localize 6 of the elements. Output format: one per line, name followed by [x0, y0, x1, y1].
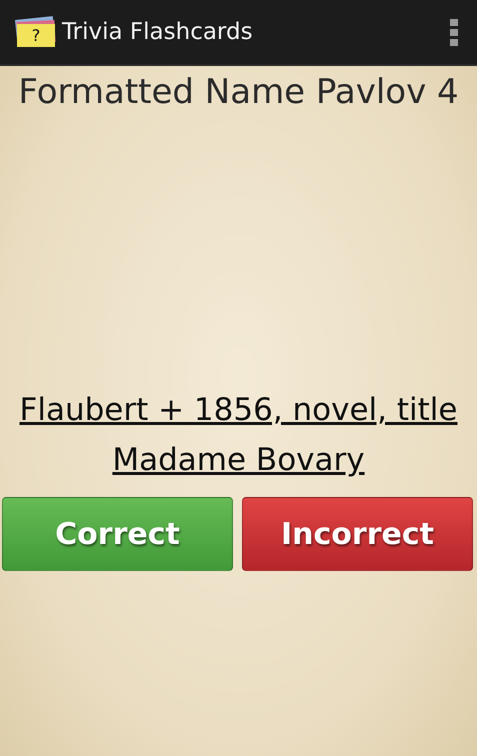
card-title: Formatted Name Pavlov 4 [17, 71, 460, 112]
app-title: Trivia Flashcards [62, 19, 254, 45]
question-text: Flaubert + 1856, novel, title Madame Bovary [18, 391, 458, 480]
overflow-menu-icon[interactable] [449, 18, 459, 46]
correct-button[interactable]: Correct [2, 497, 233, 571]
incorrect-button[interactable]: Incorrect [242, 497, 473, 571]
